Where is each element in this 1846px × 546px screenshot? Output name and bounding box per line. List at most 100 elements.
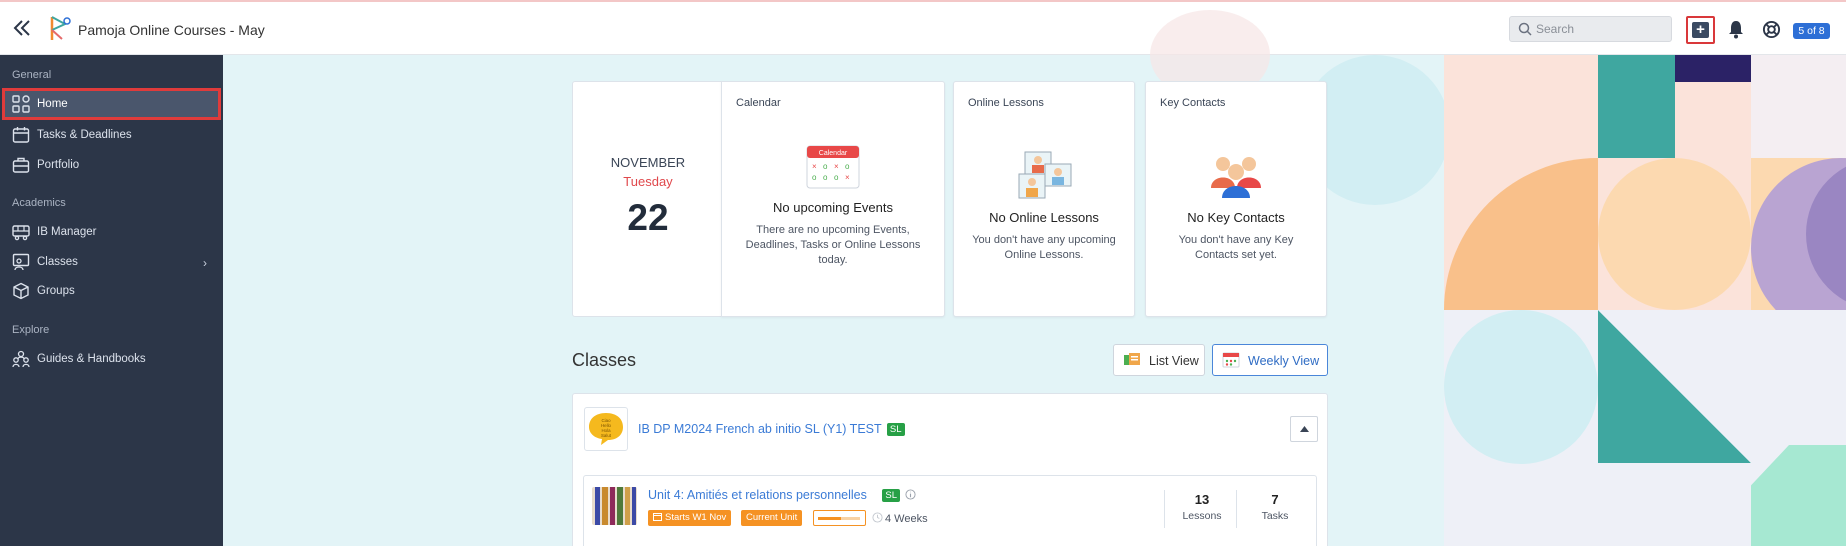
- sidebar-item-portfolio[interactable]: Portfolio: [2, 149, 221, 181]
- weekly-view-icon: [1222, 352, 1240, 368]
- online-lessons-card: Online Lessons No Online Lessons You don…: [953, 81, 1135, 317]
- sidebar-item-label: Portfolio: [37, 159, 80, 171]
- calendar-small-icon: [653, 513, 662, 521]
- grid-icon: [12, 95, 30, 113]
- briefcase-icon: [12, 157, 30, 173]
- start-date-text: Starts W1 Nov: [665, 512, 727, 523]
- calendar-icon: [12, 127, 30, 143]
- tasks-stat[interactable]: 7 Tasks: [1239, 490, 1311, 530]
- search-input[interactable]: [1536, 20, 1666, 38]
- collapse-class-button[interactable]: [1290, 416, 1318, 442]
- lessons-stat[interactable]: 13 Lessons: [1166, 490, 1238, 530]
- info-icon[interactable]: [905, 489, 917, 500]
- sidebar-item-label: Groups: [37, 285, 75, 297]
- unit-duration-text: 4 Weeks: [885, 513, 928, 525]
- unit-thumbnail-image: [592, 487, 637, 525]
- online-lessons-empty-text: You don't have any upcoming Online Lesso…: [972, 234, 1116, 261]
- divider: [1236, 490, 1237, 528]
- key-contacts-card-title[interactable]: Key Contacts: [1160, 97, 1225, 109]
- date-widget: NOVEMBER Tuesday 22: [572, 81, 722, 317]
- divider: [1164, 490, 1165, 528]
- svg-text:Salut: Salut: [601, 433, 612, 438]
- sidebar-item-tasks-deadlines[interactable]: Tasks & Deadlines: [2, 119, 221, 151]
- bell-icon[interactable]: [1727, 19, 1745, 39]
- online-lessons-card-title[interactable]: Online Lessons: [968, 97, 1044, 109]
- progress-fill: [818, 517, 842, 520]
- unit-level-badge: SL: [882, 489, 900, 502]
- plus-icon: +: [1692, 22, 1709, 38]
- current-unit-chip: Current Unit: [741, 510, 803, 526]
- online-lessons-empty-title: No Online Lessons: [989, 210, 1099, 225]
- decorative-artwork: [1444, 55, 1846, 546]
- sidebar-item-label: Guides & Handbooks: [37, 353, 146, 365]
- date-day-number: 22: [627, 197, 669, 238]
- list-view-icon: [1124, 353, 1140, 365]
- sidebar-item-label: IB Manager: [37, 226, 97, 238]
- svg-text:o: o: [834, 173, 839, 182]
- sidebar-item-label: Home: [37, 98, 68, 110]
- date-weekday: Tuesday: [623, 174, 673, 189]
- cube-icon: [13, 282, 29, 300]
- sidebar-item-classes[interactable]: Classes ›: [2, 246, 221, 278]
- date-month: NOVEMBER: [610, 155, 686, 170]
- list-view-button[interactable]: List View: [1113, 344, 1205, 376]
- caret-up-icon: [1300, 426, 1309, 432]
- key-contacts-empty-text: You don't have any Key Contacts set yet.: [1178, 234, 1294, 261]
- app-title: Pamoja Online Courses - May: [78, 22, 265, 38]
- weekly-view-button[interactable]: Weekly View: [1212, 344, 1328, 376]
- speech-bubble-avatar-icon: CiaoHelloHolaSalut: [589, 413, 623, 445]
- search-box[interactable]: [1509, 16, 1672, 42]
- sidebar-item-home[interactable]: Home: [2, 88, 221, 120]
- calendar-card-title[interactable]: Calendar: [736, 97, 781, 109]
- sidebar-item-guides-handbooks[interactable]: Guides & Handbooks: [2, 343, 221, 375]
- lessons-label: Lessons: [1182, 510, 1222, 522]
- add-button[interactable]: +: [1686, 16, 1715, 44]
- unit-title-link[interactable]: Unit 4: Amitiés et relations personnelle…: [648, 488, 917, 502]
- lessons-count: 13: [1194, 492, 1210, 507]
- progress-track: [818, 517, 860, 520]
- calendar-empty-title: No upcoming Events: [773, 200, 893, 215]
- key-contacts-card: Key Contacts No Key Contacts You don't h…: [1145, 81, 1327, 317]
- calendar-illustration-icon: Calendar × o × o o o o ×: [806, 145, 860, 189]
- bus-icon: [12, 225, 30, 241]
- collapse-sidebar-icon[interactable]: [10, 16, 34, 40]
- sidebar-item-groups[interactable]: Groups: [2, 275, 221, 307]
- unit-thumbnail[interactable]: [592, 487, 637, 525]
- class-card: Ciao Hello Hola Salut IB DP M2024 French ab…: [572, 393, 1328, 546]
- unit-duration: 4 Weeks: [872, 512, 928, 525]
- tasks-label: Tasks: [1261, 510, 1289, 522]
- key-contacts-empty-title: No Key Contacts: [1187, 210, 1285, 225]
- unit-row[interactable]: Unit 4: Amitiés et relations personnelle…: [583, 475, 1317, 546]
- svg-text:o: o: [812, 173, 817, 182]
- help-lifebuoy-icon[interactable]: [1762, 20, 1781, 39]
- pamoja-logo[interactable]: [48, 14, 72, 42]
- notification-count-badge[interactable]: 5 of 8: [1793, 23, 1830, 39]
- sidebar-section-explore: Explore: [12, 324, 50, 336]
- class-title-link[interactable]: IB DP M2024 French ab initio SL (Y1) TES…: [638, 422, 905, 436]
- key-contacts-illustration-icon: [1211, 157, 1261, 198]
- sidebar: General Home Tasks & Deadlines Portfolio…: [0, 55, 223, 546]
- class-title-text: IB DP M2024 French ab initio SL (Y1) TES…: [638, 422, 882, 436]
- unit-title-text: Unit 4: Amitiés et relations personnelle…: [648, 488, 867, 502]
- sidebar-section-general: General: [12, 69, 52, 81]
- svg-text:o: o: [823, 173, 828, 182]
- class-avatar[interactable]: Ciao Hello Hola Salut: [584, 407, 628, 451]
- chevron-right-icon: ›: [203, 256, 207, 270]
- calendar-illustration-label: Calendar: [819, 150, 848, 157]
- sidebar-section-academics: Academics: [12, 197, 66, 209]
- calendar-card: Calendar Calendar × o × o o o o × No upcoming …: [721, 81, 945, 317]
- unit-progress-bar: [813, 510, 866, 526]
- classes-heading: Classes: [572, 350, 637, 370]
- tasks-count: 7: [1271, 492, 1279, 507]
- calendar-empty-text: There are no upcoming Events, Deadlines,…: [745, 224, 921, 266]
- svg-text:o: o: [823, 162, 828, 171]
- online-lessons-illustration-icon: [1018, 151, 1072, 199]
- sidebar-item-label: Tasks & Deadlines: [37, 129, 132, 141]
- search-icon: [1518, 22, 1532, 36]
- people-icon: [12, 350, 30, 368]
- sidebar-item-ib-manager[interactable]: IB Manager: [2, 216, 221, 248]
- top-bar: Pamoja Online Courses - May + 5 of 8: [0, 0, 1846, 55]
- list-view-label: List View: [1149, 354, 1199, 368]
- teacher-icon: [12, 253, 30, 271]
- start-date-chip: Starts W1 Nov: [648, 510, 732, 526]
